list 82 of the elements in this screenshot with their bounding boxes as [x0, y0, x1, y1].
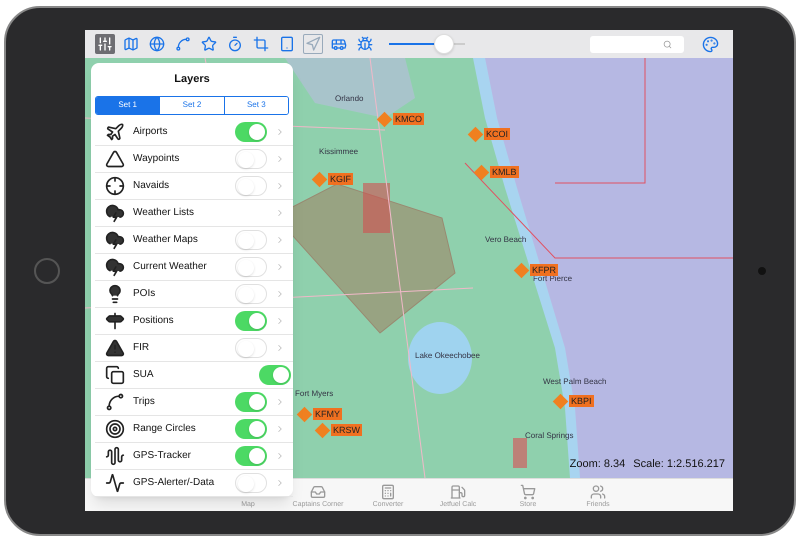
place-label: Coral Springs: [525, 430, 574, 442]
airport-marker[interactable]: [314, 422, 330, 438]
camera: [758, 266, 766, 274]
airport-label[interactable]: KMCO: [393, 113, 424, 125]
airport-marker[interactable]: [514, 262, 530, 278]
layer-row[interactable]: Navaids: [95, 172, 293, 200]
pulse-icon: [105, 472, 125, 492]
toggle-switch[interactable]: [235, 122, 267, 142]
airport-label[interactable]: KRSW: [331, 424, 362, 436]
crosshair-icon: [105, 176, 125, 196]
layer-row[interactable]: FIR: [95, 334, 293, 362]
people-icon: [590, 484, 606, 500]
inbox-icon: [310, 484, 326, 500]
set-tab[interactable]: Set 3: [224, 96, 288, 114]
toggle-switch[interactable]: [235, 418, 267, 438]
airport-label[interactable]: KBPI: [569, 395, 594, 407]
airport-label[interactable]: KMLB: [490, 166, 519, 178]
toggle-switch[interactable]: [259, 364, 291, 384]
home-button[interactable]: [34, 258, 60, 284]
layer-row[interactable]: Trips: [95, 388, 293, 416]
place-label: Fort Myers: [295, 388, 334, 400]
toggle-switch[interactable]: [235, 338, 267, 358]
signpost-icon: [105, 310, 125, 330]
slider-thumb[interactable]: [434, 34, 454, 54]
airport-label[interactable]: KFPR: [530, 264, 558, 276]
plane-icon: [105, 122, 125, 142]
slider-track[interactable]: [389, 34, 465, 54]
layer-row[interactable]: GPS-Tracker: [95, 442, 293, 470]
place-label: West Palm Beach: [543, 376, 606, 388]
toggle-switch[interactable]: [235, 310, 267, 330]
place-label: Vero Beach: [485, 234, 526, 246]
restricted-area: [513, 438, 527, 468]
route-icon: [105, 392, 125, 412]
layer-row[interactable]: Airports: [95, 118, 293, 146]
toggle-switch[interactable]: [235, 392, 267, 412]
waveform-icon: [105, 446, 125, 466]
palette-icon[interactable]: [702, 36, 719, 52]
globe-icon[interactable]: [147, 34, 167, 54]
crop-icon[interactable]: [251, 34, 271, 54]
set-tab[interactable]: Set 1: [96, 96, 160, 114]
arrow-icon[interactable]: [303, 34, 323, 54]
triangle-icon: [105, 148, 125, 168]
warning-icon: [105, 338, 125, 358]
sliders-icon[interactable]: [95, 34, 115, 54]
toggle-switch[interactable]: [235, 148, 267, 168]
cart-icon: [520, 484, 536, 500]
storm-cloud-icon: [105, 202, 125, 222]
place-label: Orlando: [335, 93, 364, 105]
place-label: Lake Okeechobee: [415, 350, 480, 362]
calculator-icon: [380, 484, 396, 500]
layer-row[interactable]: Positions: [95, 308, 293, 334]
zoom-text: Zoom: 8.34: [570, 456, 626, 472]
airport-marker[interactable]: [474, 164, 490, 180]
target-icon: [105, 418, 125, 438]
layer-row[interactable]: SUA: [95, 362, 293, 388]
place-label: Kissimmee: [319, 146, 358, 158]
toggle-switch[interactable]: [235, 176, 267, 196]
layer-row[interactable]: Range Circles: [95, 416, 293, 442]
layer-row[interactable]: Current Weather: [95, 254, 293, 280]
restricted-area: [363, 183, 390, 233]
layer-row[interactable]: Waypoints: [95, 146, 293, 172]
fuel-pump-icon: [450, 484, 466, 500]
toggle-switch[interactable]: [235, 284, 267, 304]
toggle-switch[interactable]: [235, 256, 267, 276]
layer-row[interactable]: GPS-Alerter/-Data: [95, 470, 293, 496]
storm-cloud-icon: [105, 256, 125, 276]
popover-title: Layers: [173, 72, 211, 87]
airport-marker[interactable]: [376, 111, 392, 127]
airport-label[interactable]: KCOI: [484, 128, 510, 140]
layer-row[interactable]: POIs: [95, 280, 293, 308]
storm-cloud-icon: [105, 230, 125, 250]
airport-label[interactable]: KGIF: [328, 173, 354, 185]
search-icon: [662, 40, 672, 48]
layer-row[interactable]: Weather Maps: [95, 226, 293, 254]
toggle-switch[interactable]: [235, 230, 267, 250]
copy-icon: [105, 364, 125, 384]
toggle-switch[interactable]: [235, 472, 267, 492]
search-field[interactable]: [590, 36, 684, 52]
airport-label[interactable]: KFMY: [313, 408, 342, 420]
layer-row[interactable]: Weather Lists: [95, 200, 293, 226]
scale-text: Scale: 1:2.516.217: [633, 456, 725, 472]
toggle-switch[interactable]: [235, 446, 267, 466]
